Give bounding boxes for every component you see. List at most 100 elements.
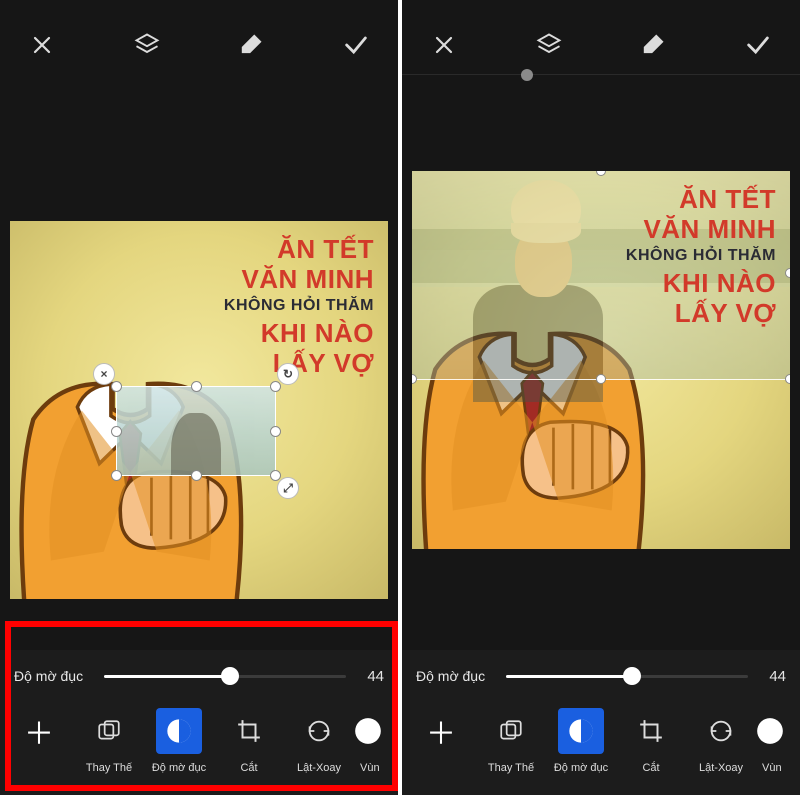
confirm-button[interactable]: [734, 31, 782, 59]
tools-row: ＋ Thay Thế Độ mờ đục Cắt: [0, 702, 398, 795]
opacity-slider-row: Độ mờ đục 44: [402, 650, 800, 702]
opacity-icon: [558, 708, 604, 754]
resize-handle[interactable]: [785, 374, 790, 384]
tool-fliprotate[interactable]: Lật-Xoay: [686, 708, 756, 774]
resize-handle[interactable]: [270, 381, 281, 392]
meme-text-line: KHI NÀO: [626, 269, 776, 299]
canvas-area[interactable]: ĂN TẾT VĂN MINH KHÔNG HỎI THĂM KHI NÀO L…: [0, 90, 398, 650]
layers-button[interactable]: [525, 31, 573, 59]
slider-value: 44: [758, 668, 786, 685]
tool-region[interactable]: Vùn: [756, 708, 800, 774]
tool-label: Độ mờ đục: [554, 762, 608, 774]
add-tool[interactable]: ＋: [4, 708, 74, 762]
layers-icon: [133, 31, 161, 59]
overlay-rotate-button[interactable]: ↻: [277, 363, 299, 385]
slider-thumb[interactable]: [623, 667, 641, 685]
tool-label: Lật-Xoay: [699, 762, 743, 774]
topbar: [0, 0, 398, 90]
fliprot-icon: [698, 708, 744, 754]
eraser-icon: [238, 32, 264, 58]
layers-button[interactable]: [123, 31, 171, 59]
resize-handle[interactable]: [111, 426, 122, 437]
slider-value: 44: [356, 668, 384, 685]
check-icon: [342, 31, 370, 59]
tool-replace[interactable]: Thay Thế: [74, 708, 144, 774]
tool-region[interactable]: Vùn: [354, 708, 398, 774]
resize-handle[interactable]: [111, 381, 122, 392]
tool-crop[interactable]: Cắt: [616, 708, 686, 774]
fliprot-icon: [296, 708, 342, 754]
tool-label: Cắt: [642, 762, 659, 774]
zoom-slider[interactable]: [402, 74, 800, 76]
close-button[interactable]: [420, 33, 468, 57]
layers-icon: [535, 31, 563, 59]
crop-icon: [628, 708, 674, 754]
meme-text-line: LẤY VỢ: [626, 299, 776, 329]
tool-fliprotate[interactable]: Lật-Xoay: [284, 708, 354, 774]
tool-opacity[interactable]: Độ mờ đục: [546, 708, 616, 774]
canvas-area[interactable]: ĂN TẾT VĂN MINH KHÔNG HỎI THĂM KHI NÀO L…: [402, 90, 800, 650]
resize-handle[interactable]: [270, 426, 281, 437]
opacity-slider[interactable]: [506, 675, 748, 678]
tool-opacity[interactable]: Độ mờ đục: [144, 708, 214, 774]
overlay-close-button[interactable]: ×: [93, 363, 115, 385]
slider-fill: [506, 675, 632, 678]
meme-text-line: KHÔNG HỎI THĂM: [224, 297, 374, 315]
confirm-button[interactable]: [332, 31, 380, 59]
opacity-icon: [156, 708, 202, 754]
plus-icon: ＋: [16, 708, 62, 754]
tool-label: Cắt: [240, 762, 257, 774]
meme-image: ĂN TẾT VĂN MINH KHÔNG HỎI THĂM KHI NÀO L…: [412, 171, 790, 549]
tool-label: Độ mờ đục: [152, 762, 206, 774]
meme-text-line: KHI NÀO: [224, 319, 374, 349]
opacity-slider-row: Độ mờ đục 44: [0, 650, 398, 702]
meme-text-line: VĂN MINH: [224, 265, 374, 295]
topbar: [402, 0, 800, 90]
check-icon: [744, 31, 772, 59]
resize-handle[interactable]: [785, 268, 790, 278]
replace-icon: [488, 708, 534, 754]
resize-handle[interactable]: [191, 470, 202, 481]
resize-handle[interactable]: [596, 374, 606, 384]
tool-label: Vùn: [354, 762, 380, 774]
tool-label: Lật-Xoay: [297, 762, 341, 774]
overlay-selection[interactable]: × ↻ ⤢: [116, 386, 276, 476]
meme-text-line: VĂN MINH: [626, 215, 776, 245]
close-icon: [30, 33, 54, 57]
slider-thumb[interactable]: [221, 667, 239, 685]
opacity-slider[interactable]: [104, 675, 346, 678]
plus-icon: ＋: [418, 708, 464, 754]
region-icon: [354, 708, 398, 754]
slider-label: Độ mờ đục: [14, 668, 94, 684]
meme-text-line: ĂN TẾT: [626, 185, 776, 215]
meme-text-line: KHÔNG HỎI THĂM: [626, 247, 776, 265]
region-icon: [756, 708, 800, 754]
replace-icon: [86, 708, 132, 754]
add-tool[interactable]: ＋: [406, 708, 476, 762]
crop-icon: [226, 708, 272, 754]
meme-image: ĂN TẾT VĂN MINH KHÔNG HỎI THĂM KHI NÀO L…: [10, 221, 388, 599]
tool-replace[interactable]: Thay Thế: [476, 708, 546, 774]
eraser-button[interactable]: [227, 32, 275, 58]
overlay-photo-thumb: [117, 387, 275, 475]
editor-pane-right: ĂN TẾT VĂN MINH KHÔNG HỎI THĂM KHI NÀO L…: [402, 0, 800, 795]
slider-label: Độ mờ đục: [416, 668, 496, 684]
meme-text: ĂN TẾT VĂN MINH KHÔNG HỎI THĂM KHI NÀO L…: [626, 185, 776, 329]
tool-label: Thay Thế: [488, 762, 534, 774]
overlay-scale-button[interactable]: ⤢: [277, 477, 299, 499]
close-button[interactable]: [18, 33, 66, 57]
meme-text-line: ĂN TẾT: [224, 235, 374, 265]
resize-handle[interactable]: [111, 470, 122, 481]
tool-label: Thay Thế: [86, 762, 132, 774]
resize-handle[interactable]: [191, 381, 202, 392]
bottom-controls: Độ mờ đục 44 ＋ Thay Thế Độ: [402, 650, 800, 795]
eraser-icon: [640, 32, 666, 58]
editor-pane-left: ĂN TẾT VĂN MINH KHÔNG HỎI THĂM KHI NÀO L…: [0, 0, 398, 795]
slider-fill: [104, 675, 230, 678]
eraser-button[interactable]: [629, 32, 677, 58]
slider-track: [402, 74, 800, 75]
bottom-controls: Độ mờ đục 44 ＋ Thay Thế Độ: [0, 650, 398, 795]
meme-text: ĂN TẾT VĂN MINH KHÔNG HỎI THĂM KHI NÀO L…: [224, 235, 374, 379]
tool-label: Vùn: [756, 762, 782, 774]
tool-crop[interactable]: Cắt: [214, 708, 284, 774]
